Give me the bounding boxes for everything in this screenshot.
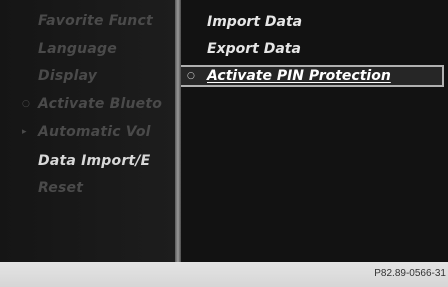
menu-item-label: Data Import/E xyxy=(38,153,151,169)
submenu-list: Import Data Export Data ○ Activate PIN P… xyxy=(181,0,448,262)
submenu-item-export-data[interactable]: Export Data xyxy=(181,38,448,60)
menu-item-activate-bluetooth[interactable]: ○ Activate Blueto xyxy=(0,93,175,115)
submenu-arrow-icon: ▸ xyxy=(22,127,27,137)
submenu-item-label: Activate PIN Protection xyxy=(207,68,391,84)
menu-item-favorite-functions[interactable]: Favorite Funct xyxy=(0,10,175,32)
menu-item-label: Activate Blueto xyxy=(38,96,163,112)
figure-reference-code: P82.89-0566-31 xyxy=(374,268,446,279)
figure-caption-strip: P82.89-0566-31 xyxy=(0,262,448,287)
radio-circle-icon: ○ xyxy=(22,99,31,109)
menu-item-data-import-export[interactable]: Data Import/E xyxy=(0,150,175,172)
menu-item-display[interactable]: Display xyxy=(0,65,175,87)
menu-item-label: Reset xyxy=(38,180,84,196)
menu-item-language[interactable]: Language xyxy=(0,38,175,60)
radio-circle-icon: ○ xyxy=(187,71,195,81)
head-unit-screen: Favorite Funct Language Display ○ Activa… xyxy=(0,0,448,262)
menu-item-label: Language xyxy=(38,41,117,57)
menu-item-automatic-volume[interactable]: ▸ Automatic Vol xyxy=(0,121,175,143)
submenu-item-activate-pin-protection[interactable]: ○ Activate PIN Protection xyxy=(181,65,444,87)
submenu-item-label: Import Data xyxy=(207,14,303,30)
menu-item-label: Display xyxy=(38,68,98,84)
submenu-item-label: Export Data xyxy=(207,41,301,57)
submenu-item-import-data[interactable]: Import Data xyxy=(181,11,448,33)
menu-item-reset[interactable]: Reset xyxy=(0,177,175,199)
menu-item-label: Favorite Funct xyxy=(38,13,153,29)
menu-item-label: Automatic Vol xyxy=(38,124,151,140)
main-menu-list: Favorite Funct Language Display ○ Activa… xyxy=(0,0,175,262)
